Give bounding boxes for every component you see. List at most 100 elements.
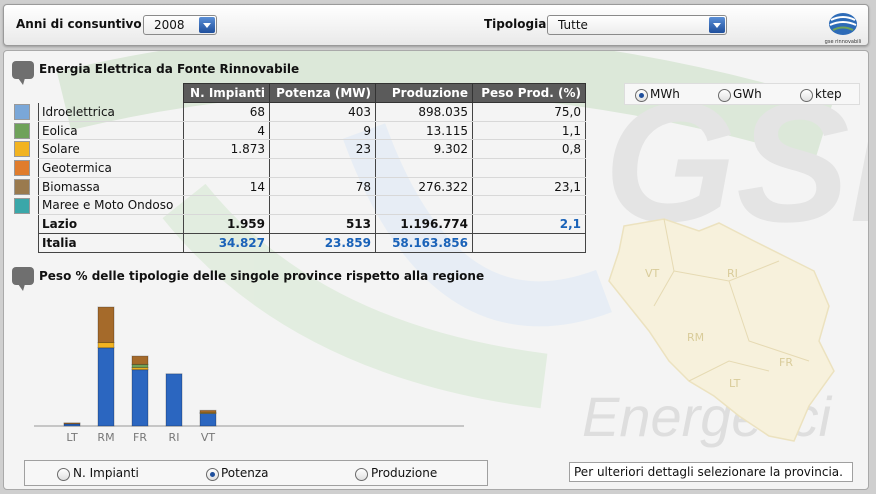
chevron-down-icon[interactable] — [199, 17, 215, 33]
cell-impianti: 4 — [183, 121, 270, 141]
row-name: Maree e Moto Ondoso — [38, 195, 184, 216]
bar-ri-0[interactable] — [165, 373, 183, 427]
cell-impianti — [183, 158, 270, 178]
bar-vt-3[interactable] — [199, 409, 217, 413]
year-select[interactable]: 2008 — [143, 15, 217, 35]
table-row: Italia 34.827 23.859 58.163.856 — [38, 232, 586, 253]
province-label-vt[interactable]: VT — [645, 267, 660, 280]
cell-peso: 2,1 — [472, 214, 586, 234]
section-title-energy: Energia Elettrica da Fonte Rinnovabile — [39, 62, 300, 76]
table-row: Solare 1.873 23 9.302 0,8 — [38, 139, 586, 160]
bar-rm-3[interactable] — [97, 306, 115, 344]
metric-label-potenza: Potenza — [221, 466, 269, 480]
filter-bar: Anni di consuntivo 2008 Tipologia Tutte … — [3, 4, 869, 46]
unit-radio-gwh[interactable] — [718, 89, 731, 102]
cell-produzione — [375, 195, 473, 216]
energy-type-icon — [14, 178, 30, 195]
gse-logo: gse rinnovabili — [825, 11, 861, 45]
cell-peso: 0,8 — [472, 139, 586, 160]
col-header-produzione: Produzione — [375, 83, 473, 103]
cell-potenza: 403 — [269, 102, 376, 122]
cell-impianti: 68 — [183, 102, 270, 122]
cell-impianti — [183, 195, 270, 216]
cell-potenza — [269, 158, 376, 178]
unit-label-gwh: GWh — [733, 87, 762, 101]
col-header-peso: Peso Prod. (%) — [472, 83, 586, 103]
type-label: Tipologia — [484, 17, 547, 31]
row-name: Eolica — [38, 121, 184, 141]
row-name: Solare — [38, 139, 184, 160]
type-select-value: Tutte — [558, 18, 588, 32]
cell-produzione — [375, 158, 473, 178]
metric-radio-produzione[interactable] — [355, 468, 368, 481]
unit-label-ktep: ktep — [815, 87, 842, 101]
province-label-lt[interactable]: LT — [729, 377, 741, 390]
region-map[interactable]: VT RI RM FR LT — [579, 211, 849, 451]
bar-rm-1[interactable] — [97, 342, 115, 349]
table-row: Eolica 4 9 13.115 1,1 — [38, 121, 586, 141]
bar-fr-3[interactable] — [131, 355, 149, 365]
energy-type-icon — [14, 197, 30, 214]
unit-selector: MWh GWh ktep — [624, 83, 860, 105]
province-label-ri[interactable]: RI — [727, 267, 738, 280]
years-label: Anni di consuntivo — [16, 17, 142, 31]
table-corner — [39, 84, 184, 103]
row-name: Lazio — [38, 214, 184, 234]
row-name: Idroelettrica — [38, 102, 184, 122]
cell-produzione: 898.035 — [375, 102, 473, 122]
type-select[interactable]: Tutte — [547, 15, 727, 35]
cell-peso — [472, 195, 586, 216]
energy-table: N. Impianti Potenza (MW) Produzione Peso… — [38, 83, 586, 253]
col-header-potenza: Potenza (MW) — [269, 83, 376, 103]
cell-produzione: 1.196.774 — [375, 214, 473, 234]
energy-type-icon — [14, 141, 30, 158]
cell-impianti: 34.827 — [183, 232, 270, 253]
cell-impianti: 1.873 — [183, 139, 270, 160]
row-name: Geotermica — [38, 158, 184, 178]
metric-selector: N. Impianti Potenza Produzione — [24, 460, 488, 486]
energy-type-icon — [14, 160, 30, 177]
metric-label-impianti: N. Impianti — [73, 466, 139, 480]
bar-rm-0[interactable] — [97, 347, 115, 427]
cell-produzione: 13.115 — [375, 121, 473, 141]
cell-produzione: 58.163.856 — [375, 232, 473, 253]
cell-potenza: 78 — [269, 177, 376, 197]
unit-label-mwh: MWh — [650, 87, 680, 101]
unit-radio-mwh[interactable] — [635, 89, 648, 102]
table-row: Geotermica — [38, 158, 586, 178]
province-label-rm[interactable]: RM — [687, 331, 704, 344]
cell-potenza: 23 — [269, 139, 376, 160]
table-row: Maree e Moto Ondoso — [38, 195, 586, 216]
metric-label-produzione: Produzione — [371, 466, 438, 480]
unit-radio-ktep[interactable] — [800, 89, 813, 102]
x-tick-label: LT — [66, 431, 78, 444]
bar-lt-3[interactable] — [63, 422, 81, 425]
x-tick-label: RI — [169, 431, 180, 444]
year-select-value: 2008 — [154, 18, 185, 32]
cell-peso — [472, 158, 586, 178]
section-title-provinces: Peso % delle tipologie delle singole pro… — [39, 269, 485, 283]
metric-radio-impianti[interactable] — [57, 468, 70, 481]
metric-radio-potenza[interactable] — [206, 468, 219, 481]
bar-fr-0[interactable] — [131, 369, 149, 427]
cell-impianti: 1.959 — [183, 214, 270, 234]
province-chart: LT RM FR RI VT — [34, 306, 464, 444]
energy-type-icon — [14, 122, 30, 139]
bar-vt-0[interactable] — [199, 412, 217, 427]
col-header-impianti: N. Impianti — [183, 83, 270, 103]
cell-produzione: 9.302 — [375, 139, 473, 160]
x-tick-label: FR — [133, 431, 147, 444]
table-row: Lazio 1.959 513 1.196.774 2,1 — [38, 214, 586, 234]
cell-peso — [472, 232, 586, 253]
province-label-fr[interactable]: FR — [779, 356, 793, 369]
cell-potenza: 513 — [269, 214, 376, 234]
cell-potenza — [269, 195, 376, 216]
cell-peso: 23,1 — [472, 177, 586, 197]
cell-potenza: 9 — [269, 121, 376, 141]
logo-caption: gse rinnovabili — [824, 39, 862, 45]
x-tick-label: RM — [97, 431, 114, 444]
main-panel: GSE Energetici re VT RI RM FR LT Energia… — [3, 50, 869, 490]
speech-bubble-icon — [12, 267, 34, 291]
chevron-down-icon[interactable] — [709, 17, 725, 33]
cell-produzione: 276.322 — [375, 177, 473, 197]
